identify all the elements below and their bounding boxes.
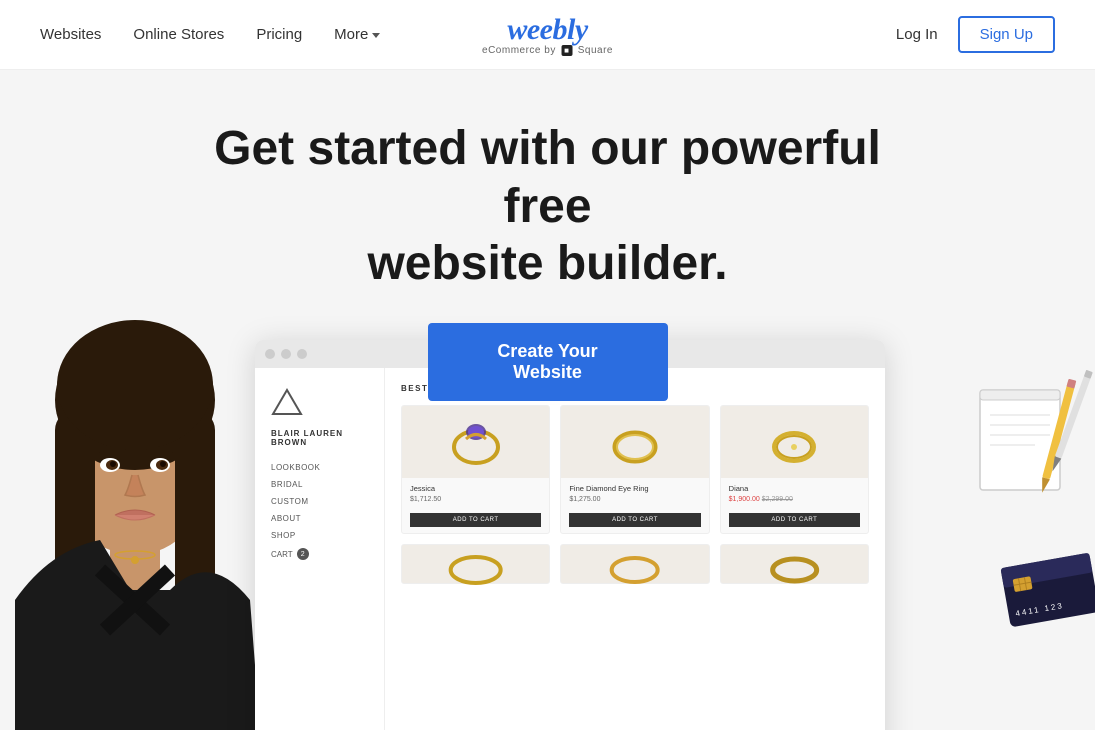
mockup-main: BEST SELLERS [385,368,885,730]
mockup-nav-about: ABOUT [271,514,368,523]
mockup-sidebar: BLAIR LAUREN BROWN LOOKBOOK BRIDAL CUSTO… [255,368,385,730]
mockup-cart: CART 2 [271,548,368,560]
product-img-diana [721,406,868,478]
decorative-sketches: 4411 123 [970,360,1090,710]
mockup-nav-lookbook: LOOKBOOK [271,463,368,472]
product-name-jessica: Jessica [410,484,541,493]
nav-more[interactable]: More [334,26,380,43]
ring-diana-icon [764,412,824,472]
product-card-partial-1 [401,544,550,584]
add-to-cart-fine-diamond[interactable]: ADD TO CART [569,513,700,527]
logo-text: weebly [482,13,613,47]
hero-title: Get started with our powerful free websi… [198,120,898,293]
product-price-fine-diamond: $1,275.00 [569,496,700,503]
mockup-nav-custom: CUSTOM [271,497,368,506]
product-name-diana: Diana [729,484,860,493]
product-info-jessica: Jessica $1,712.50 ADD TO CART [402,478,549,533]
signup-button[interactable]: Sign Up [958,16,1055,53]
product-price-jessica: $1,712.50 [410,496,541,503]
product-card-diana: Diana $1,900.00 $2,299.00 ADD TO CART [720,405,869,534]
ring-fine-diamond-icon [605,412,665,472]
header-auth: Log In Sign Up [896,16,1055,53]
nav-online-stores[interactable]: Online Stores [133,26,224,43]
header: Websites Online Stores Pricing More weeb… [0,0,1095,70]
mockup-brand-name: BLAIR LAUREN BROWN [271,429,368,447]
product-info-fine-diamond: Fine Diamond Eye Ring $1,275.00 ADD TO C… [561,478,708,533]
mockup-nav-bridal: BRIDAL [271,480,368,489]
ring-partial-3-icon [721,545,868,585]
nav-left: Websites Online Stores Pricing More [40,26,380,43]
create-website-button[interactable]: Create Your Website [428,323,668,401]
product-card-partial-2 [560,544,709,584]
product-grid-row2 [401,544,869,584]
chevron-down-icon [372,33,380,38]
product-grid-row1: Jessica $1,712.50 ADD TO CART [401,405,869,534]
ring-partial-2-icon [561,545,708,585]
nav-pricing[interactable]: Pricing [256,26,302,43]
product-card-fine-diamond: Fine Diamond Eye Ring $1,275.00 ADD TO C… [560,405,709,534]
hero-headline: Get started with our powerful free websi… [0,70,1095,401]
cart-count-badge: 2 [297,548,309,560]
nav-websites[interactable]: Websites [40,26,101,43]
product-img-jessica [402,406,549,478]
mockup-body: BLAIR LAUREN BROWN LOOKBOOK BRIDAL CUSTO… [255,368,885,730]
product-img-fine-diamond [561,406,708,478]
logo[interactable]: weebly eCommerce by ■ Square [482,13,613,56]
product-name-fine-diamond: Fine Diamond Eye Ring [569,484,700,493]
ring-partial-1-icon [402,545,549,585]
add-to-cart-diana[interactable]: ADD TO CART [729,513,860,527]
product-info-diana: Diana $1,900.00 $2,299.00 ADD TO CART [721,478,868,533]
product-card-jessica: Jessica $1,712.50 ADD TO CART [401,405,550,534]
sketch-illustration: 4411 123 [970,360,1095,710]
product-price-diana: $1,900.00 $2,299.00 [729,496,860,503]
mockup-nav-shop: SHOP [271,531,368,540]
logo-sub: eCommerce by ■ Square [482,45,613,56]
product-card-partial-3 [720,544,869,584]
hero-section: Get started with our powerful free websi… [0,70,1095,730]
square-icon: ■ [561,45,572,56]
login-button[interactable]: Log In [896,26,938,43]
ring-jessica-icon [446,412,506,472]
add-to-cart-jessica[interactable]: ADD TO CART [410,513,541,527]
